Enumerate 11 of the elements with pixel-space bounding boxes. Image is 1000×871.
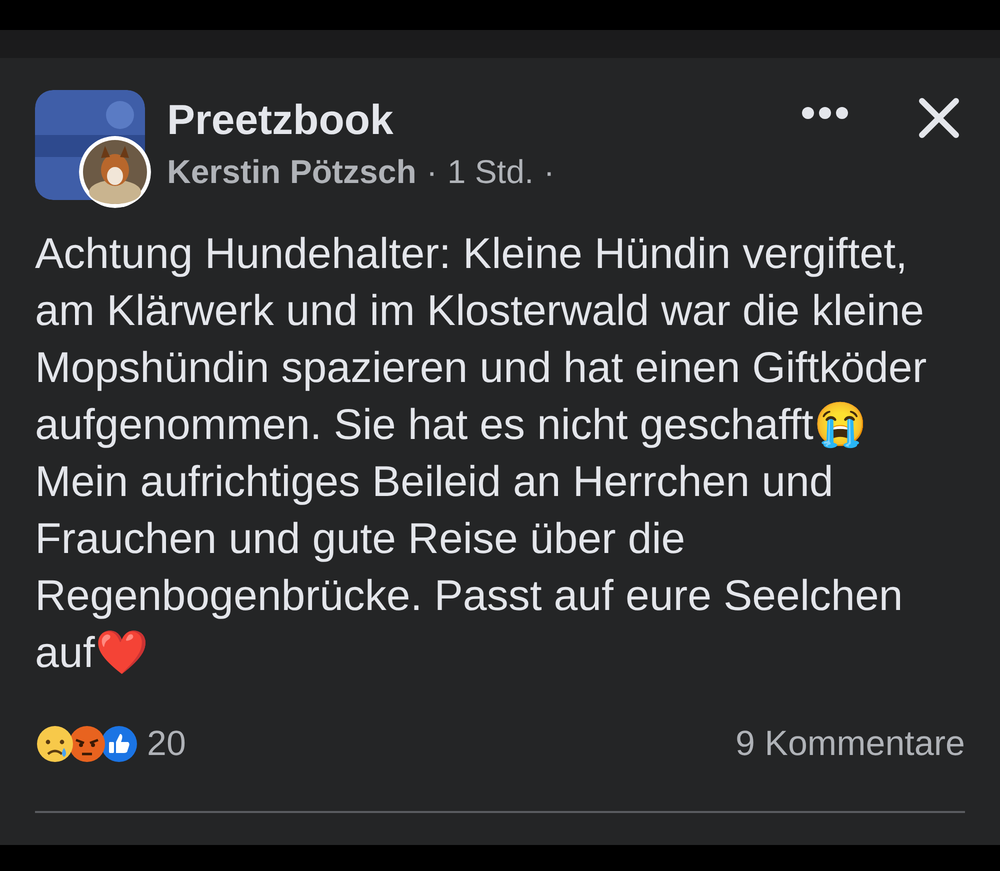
group-name[interactable]: Preetzbook [167,94,797,146]
more-icon [801,106,849,120]
separator: · [426,152,438,192]
separator: · [544,152,555,192]
close-icon [917,96,961,140]
comment-count[interactable]: 9 Kommentare [735,718,965,770]
author-name[interactable]: Kerstin Pötzsch [167,150,416,192]
reaction-count[interactable]: 20 [147,718,186,770]
post-text: Achtung Hundehalter: Kleine Hündin vergiftet, am Klärwerk und im Klosterwald war die kleine Mopshündin spazieren und hat einen Giftköder aufgenommen. Sie hat es nicht geschafft😭 Mein aufrichtiges Beileid an Herrchen und Frauchen und gute Reise über die Regenbogenbrücke. Passt auf eure Seelchen auf❤ [35,229,928,679]
sad-face-icon [35,724,75,764]
post-time[interactable]: 1 Std. [447,150,534,192]
